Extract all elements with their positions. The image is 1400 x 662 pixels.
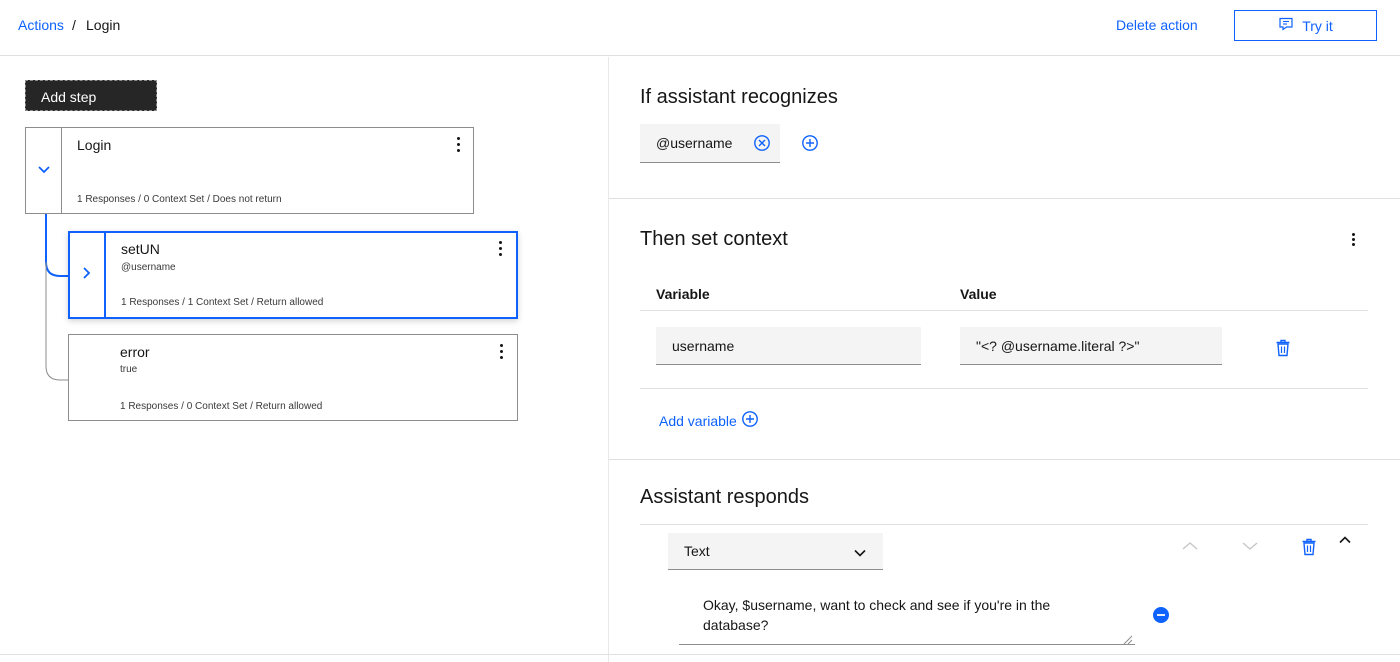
add-icon [741,410,759,431]
context-heading: Then set context [640,228,788,250]
value-column-header: Value [960,286,997,302]
chat-icon [1278,16,1294,35]
step-condition: @username [121,262,176,273]
responds-heading: Assistant responds [640,486,809,508]
step-title: error [120,344,150,360]
overflow-menu-icon[interactable] [450,134,466,154]
table-header-divider [640,310,1368,311]
step-node-error[interactable]: error true 1 Responses / 0 Context Set /… [68,334,518,421]
overflow-menu-icon[interactable] [493,341,509,361]
step-title: Login [77,137,112,153]
responses-divider [640,524,1368,525]
response-text-input[interactable]: Okay, $username, want to check and see i… [679,589,1135,645]
remove-response-text-icon[interactable] [1152,606,1170,624]
bottom-divider [0,654,1400,655]
move-up-icon[interactable] [1180,536,1200,556]
context-value-input[interactable] [960,327,1222,365]
condition-chip-label: @username [656,135,733,151]
step-node-login[interactable]: Login 1 Responses / 0 Context Set / Does… [25,127,474,214]
delete-action-button[interactable]: Delete action [1116,17,1198,33]
resize-handle-icon[interactable] [1123,632,1133,645]
step-node-setun[interactable]: setUN @username 1 Responses / 1 Context … [68,231,518,319]
chevron-right-icon [82,266,92,285]
variable-column-header: Variable [656,286,710,302]
recognizes-heading: If assistant recognizes [640,86,838,108]
top-bar: Actions / Login Delete action Try it [0,0,1400,56]
chevron-down-icon [853,545,867,561]
response-type-select[interactable]: Text [668,533,883,570]
try-it-label: Try it [1302,17,1333,34]
context-overflow-menu-icon[interactable] [1346,229,1360,249]
step-meta: 1 Responses / 0 Context Set / Does not r… [77,194,282,205]
table-row-divider [640,388,1368,389]
step-meta: 1 Responses / 0 Context Set / Return all… [120,401,323,412]
overflow-menu-icon[interactable] [492,238,508,258]
delete-response-icon[interactable] [1301,538,1317,556]
step-title: setUN [121,241,160,257]
response-type-value: Text [684,543,710,559]
chevron-down-icon [37,162,51,180]
section-divider [609,459,1400,460]
add-variable-label: Add variable [659,412,737,429]
expand-toggle[interactable] [70,233,106,317]
add-condition-icon[interactable] [801,134,819,152]
collapse-response-icon[interactable] [1335,530,1355,550]
move-down-icon[interactable] [1240,536,1260,556]
try-it-button[interactable]: Try it [1234,10,1377,41]
step-meta: 1 Responses / 1 Context Set / Return all… [121,297,324,308]
delete-variable-icon[interactable] [1275,339,1291,357]
add-variable-button[interactable]: Add variable [659,410,759,431]
step-condition: true [120,364,138,375]
remove-condition-icon[interactable] [753,134,771,152]
section-divider [609,198,1400,199]
collapse-toggle[interactable] [26,128,62,213]
context-variable-input[interactable] [656,327,921,365]
